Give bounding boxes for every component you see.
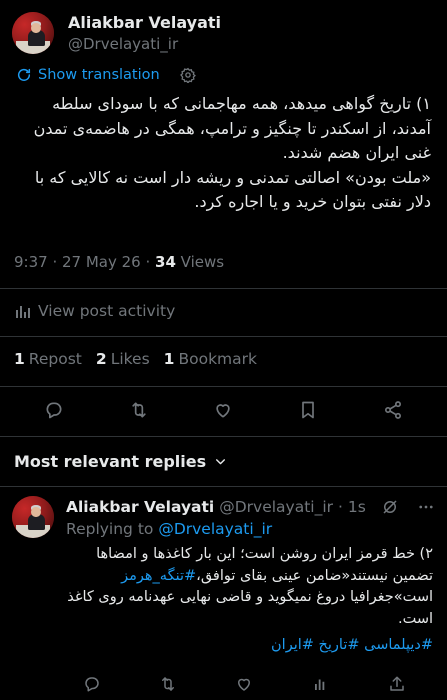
view-post-activity-label: View post activity bbox=[38, 302, 176, 320]
likes-count: 2 bbox=[95, 350, 107, 368]
reply-action-bar bbox=[0, 666, 447, 700]
likes-stat[interactable]: 2 Likes bbox=[96, 350, 150, 368]
reply-text: ۲) خط قرمز ایران روشن است؛ این بار کاغذه… bbox=[66, 544, 433, 630]
views-label: Views bbox=[175, 253, 225, 271]
bookmark-icon[interactable] bbox=[290, 392, 326, 428]
likes-label: Likes bbox=[110, 350, 150, 368]
replies-sort-dropdown[interactable]: Most relevant replies bbox=[14, 452, 227, 471]
share-icon[interactable] bbox=[375, 392, 411, 428]
reply-author-handle[interactable]: @Drvelayati_ir bbox=[219, 498, 333, 516]
reply-icon[interactable] bbox=[36, 392, 72, 428]
reply-author-name[interactable]: Aliakbar Velayati bbox=[66, 498, 214, 516]
reply-time[interactable]: · 1s bbox=[338, 498, 366, 516]
divider bbox=[0, 386, 447, 387]
divider bbox=[0, 288, 447, 289]
grok-icon[interactable] bbox=[381, 498, 399, 516]
reply-header: Aliakbar Velayati @Drvelayati_ir · 1s bbox=[66, 498, 366, 516]
tweet-action-bar bbox=[0, 392, 447, 428]
translation-settings-icon[interactable] bbox=[179, 67, 196, 83]
show-translation-link[interactable]: Show translation bbox=[38, 67, 160, 83]
engagement-stats: 1 Repost 2 Likes 1 Bookmark bbox=[14, 350, 257, 368]
bookmarks-stat[interactable]: 1 Bookmark bbox=[164, 350, 257, 368]
reposts-stat[interactable]: 1 Repost bbox=[14, 350, 82, 368]
replying-to-handle[interactable]: @Drvelayati_ir bbox=[158, 520, 272, 538]
translate-globe-icon bbox=[16, 67, 32, 83]
like-icon[interactable] bbox=[226, 666, 262, 700]
replying-to-prefix: Replying to bbox=[66, 520, 159, 538]
view-post-activity[interactable]: View post activity bbox=[16, 302, 175, 320]
reply-hashtags[interactable]: #دیپلماسی #تاریخ #ایران bbox=[66, 637, 433, 653]
reply-author-avatar[interactable] bbox=[12, 496, 54, 538]
divider bbox=[0, 336, 447, 337]
analytics-icon bbox=[16, 304, 30, 318]
reposts-label: Repost bbox=[28, 350, 82, 368]
divider bbox=[0, 486, 447, 487]
share-icon[interactable] bbox=[379, 666, 415, 700]
reply-text-part2: است»جغرافیا دروغ نمیگوید و قاضی نهایی عه… bbox=[67, 589, 433, 627]
repost-icon[interactable] bbox=[121, 392, 157, 428]
replying-to: Replying to @Drvelayati_ir bbox=[66, 520, 272, 538]
replies-sort-label: Most relevant replies bbox=[14, 452, 207, 471]
author-avatar[interactable] bbox=[12, 12, 54, 54]
bookmarks-label: Bookmark bbox=[178, 350, 257, 368]
tweet-paragraph-2: «ملت بودن» اصالتی تمدنی و ریشه دار است ن… bbox=[29, 167, 431, 212]
repost-icon[interactable] bbox=[150, 666, 186, 700]
divider bbox=[0, 436, 447, 437]
show-translation-row[interactable]: Show translation bbox=[16, 64, 196, 86]
author-handle[interactable]: @Drvelayati_ir bbox=[68, 35, 178, 53]
chevron-down-icon bbox=[214, 455, 227, 468]
more-options-icon[interactable] bbox=[417, 498, 435, 516]
tweet-paragraph-1: ۱) تاریخ گواهی میدهد، همه مهاجمانی که با… bbox=[28, 94, 431, 162]
views-icon[interactable] bbox=[303, 666, 339, 700]
tweet-timestamp[interactable]: 9:37 · 27 May 26 · bbox=[14, 253, 155, 271]
reply-hashtag-inline[interactable]: #تنگه_هرمز bbox=[121, 568, 196, 584]
views-count: 34 bbox=[155, 253, 176, 271]
tweet-text: ۱) تاریخ گواهی میدهد، همه مهاجمانی که با… bbox=[14, 92, 431, 215]
bookmarks-count: 1 bbox=[163, 350, 175, 368]
author-name[interactable]: Aliakbar Velayati bbox=[68, 13, 221, 32]
like-icon[interactable] bbox=[205, 392, 241, 428]
reply-icon[interactable] bbox=[74, 666, 110, 700]
tweet-meta: 9:37 · 27 May 26 · 34 Views bbox=[14, 253, 224, 271]
reply-header-icons bbox=[381, 498, 435, 516]
reposts-count: 1 bbox=[14, 350, 25, 368]
